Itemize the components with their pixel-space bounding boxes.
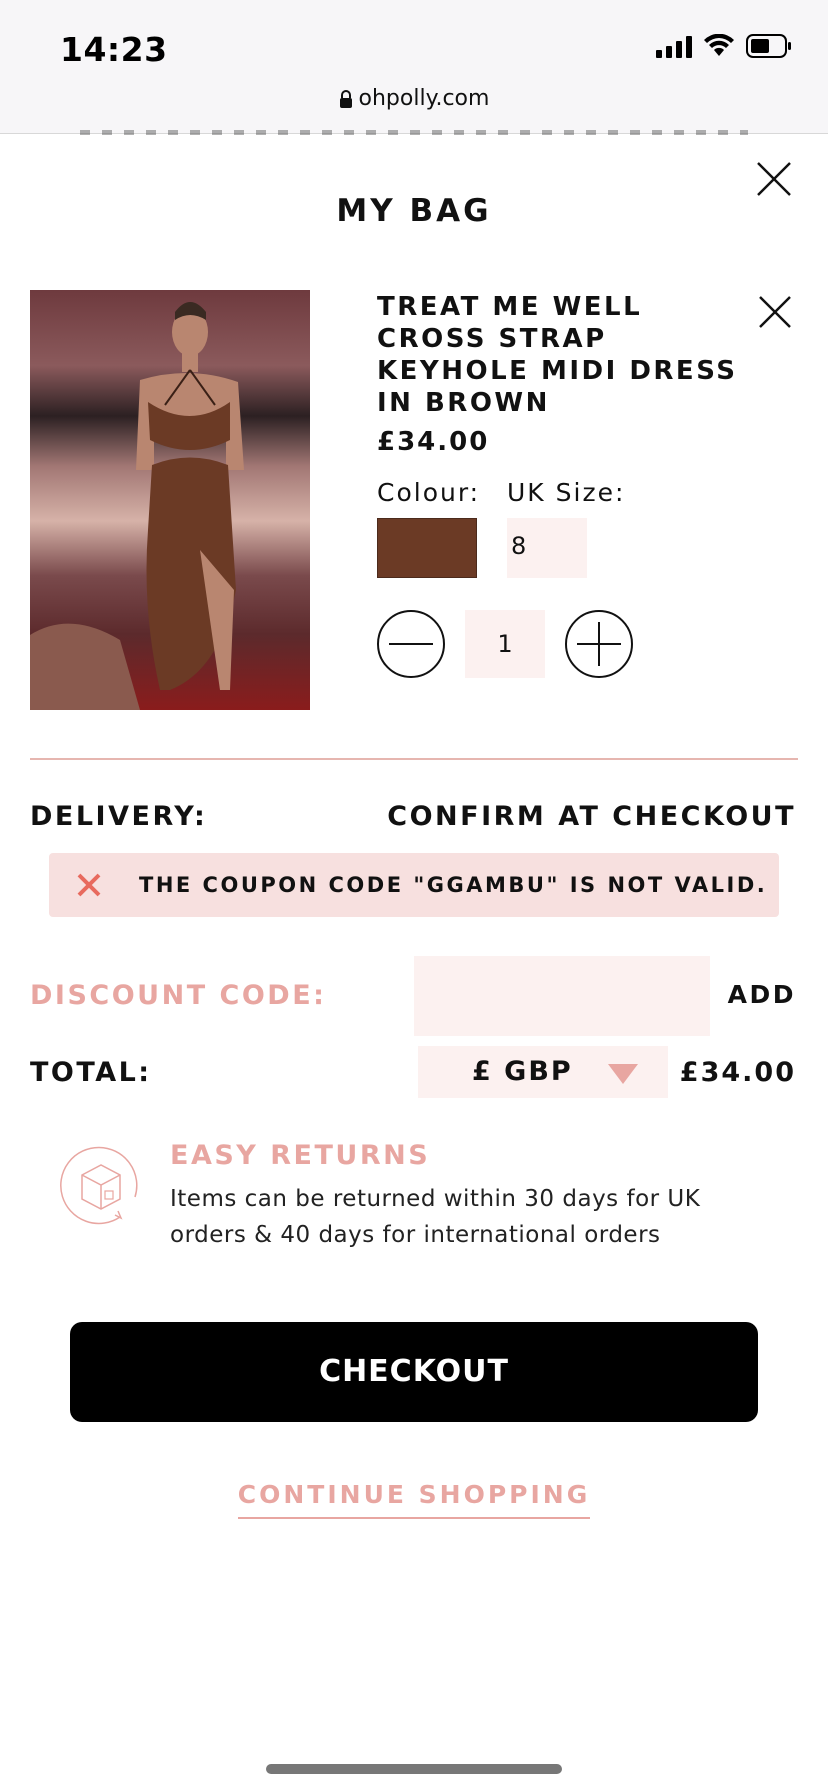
returns-box-icon <box>60 1145 142 1227</box>
currency-value: £ GBP <box>472 1056 573 1087</box>
delivery-value: CONFIRM AT CHECKOUT <box>387 801 796 832</box>
returns-description: Items can be returned within 30 days for… <box>170 1186 701 1248</box>
remove-item-button[interactable] <box>756 293 794 331</box>
home-indicator[interactable] <box>266 1764 562 1774</box>
product-image[interactable] <box>30 290 310 710</box>
bag-panel: MY BAG TREAT ME WELL CROSS STRAP KEYHOLE… <box>0 135 828 1792</box>
status-time: 14:23 <box>60 30 168 69</box>
url-text: ohpolly.com <box>358 86 490 111</box>
divider <box>30 758 798 760</box>
signal-icon <box>656 34 692 58</box>
total-value: £34.00 <box>679 1057 796 1088</box>
total-label: TOTAL: <box>30 1057 152 1088</box>
page-title: MY BAG <box>336 193 492 229</box>
size-select[interactable]: 8 <box>507 518 587 578</box>
discount-code-label: DISCOUNT CODE: <box>30 980 327 1011</box>
currency-select[interactable]: £ GBP <box>418 1046 668 1098</box>
size-value: 8 <box>511 532 527 560</box>
product-price: £34.00 <box>377 427 490 457</box>
caret-down-icon <box>608 1064 638 1084</box>
continue-shopping-label: CONTINUE SHOPPING <box>237 1480 591 1519</box>
lock-icon <box>339 89 353 114</box>
continue-shopping-link[interactable]: CONTINUE SHOPPING <box>0 1480 828 1519</box>
status-icons <box>656 34 792 58</box>
checkout-button[interactable]: CHECKOUT <box>70 1322 758 1422</box>
decrease-quantity-button[interactable] <box>377 610 445 678</box>
quantity-value[interactable]: 1 <box>465 610 545 678</box>
product-name[interactable]: TREAT ME WELL CROSS STRAP KEYHOLE MIDI D… <box>377 291 757 419</box>
delivery-label: DELIVERY: <box>30 801 208 832</box>
coupon-error-message: THE COUPON CODE "GGAMBU" IS NOT VALID. <box>139 873 768 897</box>
discount-code-input[interactable] <box>414 956 710 1036</box>
colour-label: Colour: <box>377 478 481 507</box>
close-icon <box>759 296 791 328</box>
battery-icon <box>746 34 792 58</box>
coupon-error-banner: THE COUPON CODE "GGAMBU" IS NOT VALID. <box>49 853 779 917</box>
colour-swatch[interactable] <box>377 518 477 578</box>
add-discount-button[interactable]: ADD <box>728 980 796 1009</box>
wifi-icon <box>704 34 734 58</box>
increase-quantity-button[interactable] <box>565 610 633 678</box>
returns-title: EASY RETURNS <box>170 1140 431 1171</box>
size-label: UK Size: <box>507 478 626 507</box>
browser-top-bar: 14:23 ohpolly.com <box>0 0 828 134</box>
error-x-icon <box>49 872 129 898</box>
url-bar[interactable]: ohpolly.com <box>0 86 828 114</box>
